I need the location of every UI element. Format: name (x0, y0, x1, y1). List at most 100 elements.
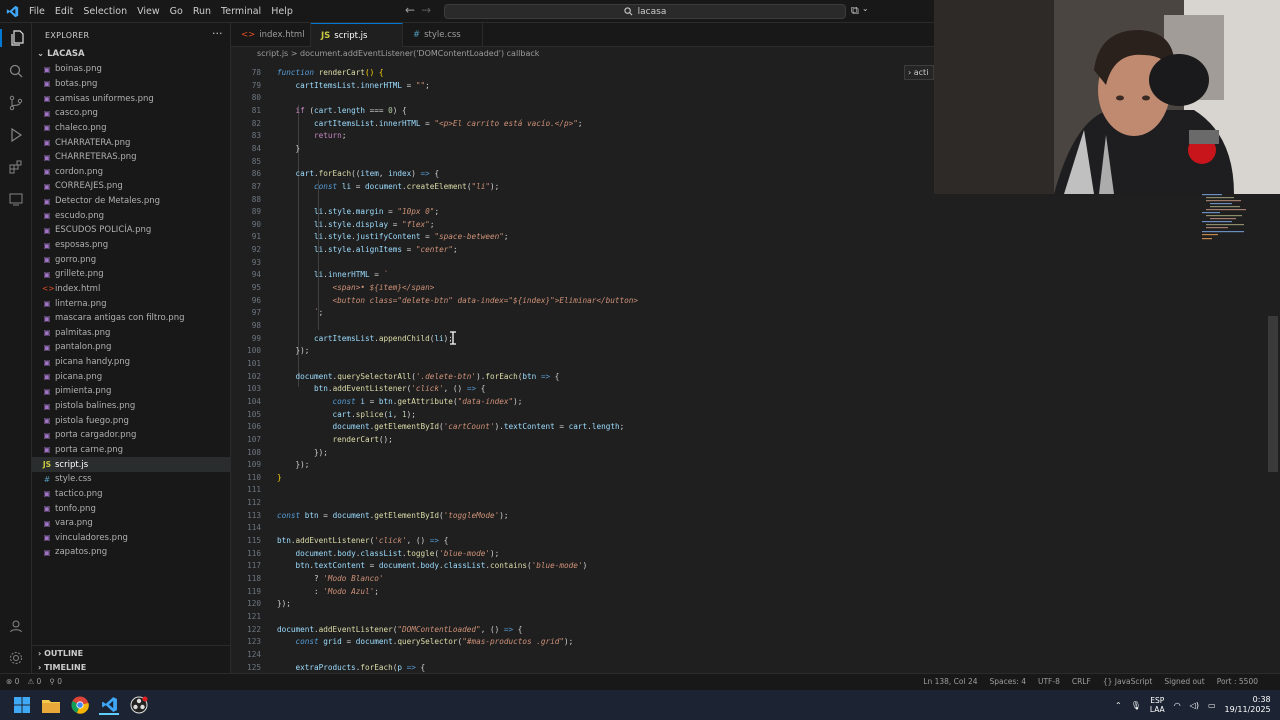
code-line[interactable]: 79 cartItemsList.innerHTML = ""; (231, 80, 951, 93)
vscode-taskbar-icon[interactable] (99, 695, 119, 715)
code-line[interactable]: 121 (231, 611, 951, 624)
chevron-up-icon[interactable]: ⌃ (1115, 701, 1122, 710)
file-item[interactable]: ▣ pimienta.png (32, 384, 231, 399)
file-item[interactable]: ▣ porta carne.png (32, 443, 231, 458)
file-item[interactable]: ▣ mascara antigas con filtro.png (32, 311, 231, 326)
file-item[interactable]: ▣ cordon.png (32, 164, 231, 179)
peek-widget[interactable]: › acti (904, 65, 934, 80)
code-line[interactable]: 109 }); (231, 459, 951, 472)
code-line[interactable]: 118 ? 'Modo Blanco' (231, 573, 951, 586)
file-item[interactable]: ▣ palmitas.png (32, 326, 231, 341)
file-item[interactable]: ▣ chaleco.png (32, 121, 231, 136)
file-item[interactable]: ▣ CHARRATERA.png (32, 135, 231, 150)
menu-edit[interactable]: Edit (50, 0, 78, 23)
file-item[interactable]: ▣ CORREAJES.png (32, 179, 231, 194)
volume-icon[interactable]: ◁) (1190, 701, 1199, 710)
status-problems-item[interactable]: ⚠ 0 (27, 674, 41, 690)
file-item[interactable]: <> index.html (32, 282, 231, 297)
menu-selection[interactable]: Selection (78, 0, 132, 23)
code-line[interactable]: 107 renderCart(); (231, 434, 951, 447)
code-line[interactable]: 100 }); (231, 345, 951, 358)
file-item[interactable]: ▣ esposas.png (32, 238, 231, 253)
code-line[interactable]: 87 const li = document.createElement("li… (231, 181, 951, 194)
code-line[interactable]: 122 document.addEventListener("DOMContent… (231, 624, 951, 637)
file-item[interactable]: ▣ botas.png (32, 77, 231, 92)
code-line[interactable]: 78 function renderCart() { (231, 67, 951, 80)
folder-header[interactable]: ⌄ LACASA (32, 48, 231, 61)
file-item[interactable]: ▣ boinas.png (32, 62, 231, 77)
windows-start-icon[interactable] (12, 695, 32, 715)
obs-recording-icon[interactable] (129, 695, 149, 715)
code-line[interactable]: 124 (231, 649, 951, 662)
code-line[interactable]: 88 (231, 194, 951, 207)
code-line[interactable]: 117 btn.textContent = document.body.clas… (231, 560, 951, 573)
source-control-icon[interactable] (7, 94, 25, 112)
code-line[interactable]: 80 (231, 92, 951, 105)
tab-style-css[interactable]: # style.css (403, 23, 483, 47)
code-line[interactable]: 82 cartItemsList.innerHTML = "<p>El carr… (231, 118, 951, 131)
clock[interactable]: 0:38 19/11/2025 (1225, 695, 1271, 715)
code-line[interactable]: 99 cartItemsList.appendChild(li); (231, 333, 951, 346)
code-line[interactable]: 114 (231, 522, 951, 535)
code-line[interactable]: 86 cart.forEach((item, index) => { (231, 168, 951, 181)
code-line[interactable]: 102 document.querySelectorAll('.delete-b… (231, 371, 951, 384)
minimap[interactable] (1194, 190, 1254, 250)
code-line[interactable]: 108 }); (231, 447, 951, 460)
status-item[interactable]: Signed out (1164, 674, 1204, 690)
status-item[interactable]: {} JavaScript (1103, 674, 1153, 690)
status-problems-item[interactable]: ⚲ 0 (49, 674, 62, 690)
code-line[interactable]: 115 btn.addEventListener('click', () => { (231, 535, 951, 548)
gear-icon[interactable] (7, 649, 25, 667)
code-line[interactable]: 101 (231, 358, 951, 371)
file-item[interactable]: ▣ casco.png (32, 106, 231, 121)
menu-view[interactable]: View (132, 0, 165, 23)
status-item[interactable]: UTF-8 (1038, 674, 1060, 690)
code-line[interactable]: 123 const grid = document.querySelector(… (231, 636, 951, 649)
command-center-search[interactable]: lacasa (444, 4, 846, 19)
code-line[interactable]: 81 if (cart.length === 0) { (231, 105, 951, 118)
explorer-icon[interactable] (0, 29, 32, 47)
file-item[interactable]: ▣ vara.png (32, 516, 231, 531)
code-line[interactable]: 106 document.getElementById('cartCount')… (231, 421, 951, 434)
layout-controls[interactable]: ⧉ ⌄ (851, 4, 869, 18)
code-line[interactable]: 120}); (231, 598, 951, 611)
battery-icon[interactable]: ▭ (1208, 701, 1216, 710)
more-actions-icon[interactable]: ··· (212, 27, 223, 40)
editor-scrollbar[interactable] (1268, 316, 1278, 472)
code-line[interactable]: 85 (231, 156, 951, 169)
account-icon[interactable] (7, 617, 25, 635)
file-item[interactable]: ▣ grillete.png (32, 267, 231, 282)
run-debug-icon[interactable] (7, 126, 25, 144)
search-icon[interactable] (7, 62, 25, 80)
microphone-icon[interactable]: 🎙 (1131, 701, 1141, 710)
code-line[interactable]: 104 const i = btn.getAttribute("data-ind… (231, 396, 951, 409)
chrome-icon[interactable] (70, 695, 90, 715)
code-line[interactable]: 96 <button class="delete-btn" data-index… (231, 295, 951, 308)
file-item[interactable]: JS script.js (32, 457, 231, 472)
menu-terminal[interactable]: Terminal (216, 0, 266, 23)
file-item[interactable]: ▣ camisas uniformes.png (32, 91, 231, 106)
code-line[interactable]: 97 `; (231, 307, 951, 320)
code-line[interactable]: 113 const btn = document.getElementById('… (231, 510, 951, 523)
tab-script-js[interactable]: JS script.js (311, 23, 403, 47)
file-item[interactable]: ▣ tonfo.png (32, 501, 231, 516)
code-line[interactable]: 105 cart.splice(i, 1); (231, 409, 951, 422)
remote-explorer-icon[interactable] (7, 190, 25, 208)
code-line[interactable]: 116 document.body.classList.toggle('blue… (231, 548, 951, 561)
file-item[interactable]: ▣ tactico.png (32, 487, 231, 502)
code-line[interactable]: 111 (231, 484, 951, 497)
file-item[interactable]: ▣ pantalon.png (32, 340, 231, 355)
status-item[interactable]: CRLF (1072, 674, 1091, 690)
code-line[interactable]: 95 <span>• ${item}</span> (231, 282, 951, 295)
code-line[interactable]: 103 btn.addEventListener('click', () => … (231, 383, 951, 396)
code-line[interactable]: 110} (231, 472, 951, 485)
code-line[interactable]: 125 extraProducts.forEach(p => { (231, 662, 951, 673)
code-line[interactable]: 84 } (231, 143, 951, 156)
code-line[interactable]: 119 : 'Modo Azul'; (231, 586, 951, 599)
code-line[interactable]: 91 li.style.justifyContent = "space-betw… (231, 231, 951, 244)
back-arrow-icon[interactable]: ← (405, 3, 415, 17)
file-item[interactable]: ▣ pistola balines.png (32, 399, 231, 414)
forward-arrow-icon[interactable]: → (421, 3, 431, 17)
status-item[interactable]: Spaces: 4 (990, 674, 1026, 690)
code-line[interactable]: 89 li.style.margin = "10px 0"; (231, 206, 951, 219)
